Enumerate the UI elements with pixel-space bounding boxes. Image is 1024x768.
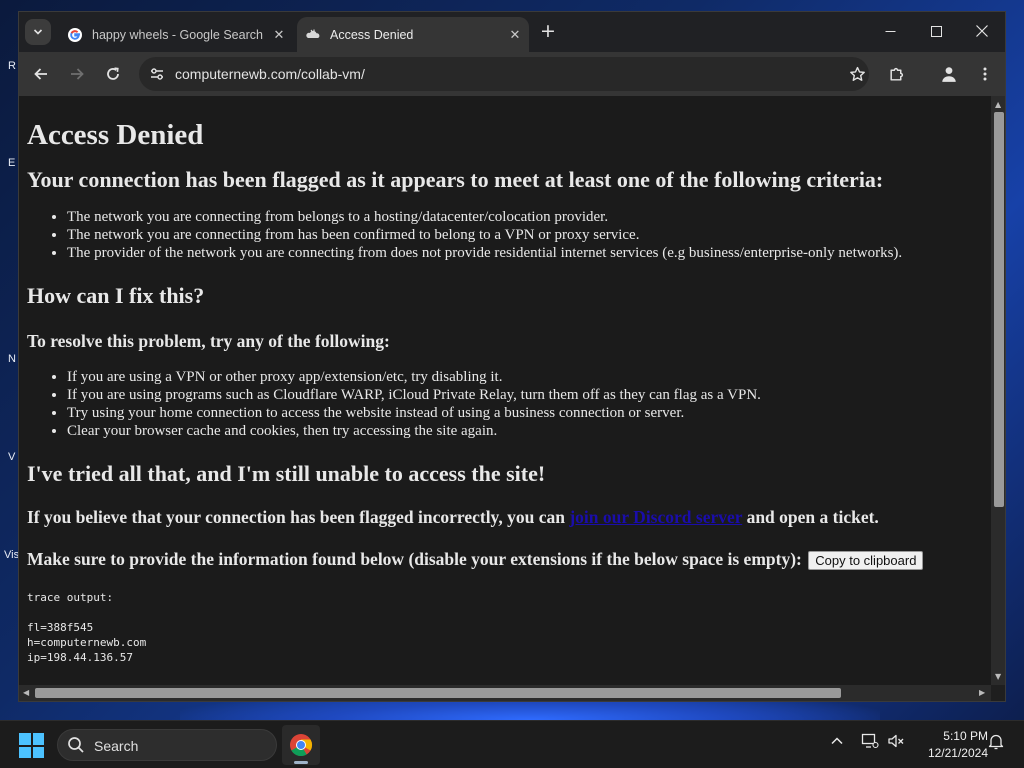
network-icon <box>861 733 879 749</box>
list-item: The network you are connecting from has … <box>67 226 983 244</box>
list-item: If you are using a VPN or other proxy ap… <box>67 368 983 386</box>
scroll-down-icon[interactable]: ▼ <box>995 672 1001 681</box>
new-tab-button[interactable]: + <box>537 21 559 43</box>
list-item: Clear your browser cache and cookies, th… <box>67 422 983 440</box>
scroll-left-icon[interactable]: ◀ <box>23 688 29 697</box>
site-info-button[interactable] <box>145 62 169 86</box>
notifications-button[interactable] <box>988 733 1004 754</box>
page-viewport: Access Denied Your connection has been f… <box>19 96 991 685</box>
clock-date: 12/21/2024 <box>927 746 988 760</box>
page-content: Access Denied Your connection has been f… <box>19 96 991 665</box>
url-text[interactable]: computernewb.com/collab-vm/ <box>175 66 365 82</box>
maximize-button[interactable] <box>913 12 959 50</box>
taskbar-chrome-app[interactable] <box>282 725 320 765</box>
extensions-button[interactable] <box>884 62 908 86</box>
close-window-button[interactable] <box>959 12 1005 50</box>
tab-strip: happy wheels - Google Search ✕ Access De… <box>19 12 1005 52</box>
tab-access-denied[interactable]: Access Denied ✕ <box>297 17 529 52</box>
chevron-down-icon <box>33 29 43 35</box>
taskbar: Search 5:10 PM 12/21/2024 <box>0 720 1024 768</box>
fix-list: If you are using a VPN or other proxy ap… <box>67 368 983 440</box>
criteria-heading: Your connection has been flagged as it a… <box>27 167 884 192</box>
close-icon[interactable]: ✕ <box>505 27 525 43</box>
puzzle-icon <box>889 67 903 81</box>
browser-toolbar: computernewb.com/collab-vm/ <box>19 52 1005 96</box>
bell-icon <box>988 734 1004 750</box>
windows-logo-pane <box>32 746 44 758</box>
resolve-heading: To resolve this problem, try any of the … <box>27 331 390 351</box>
horizontal-scrollbar[interactable]: ◀ ▶ <box>19 685 991 701</box>
tried-heading: I've tried all that, and I'm still unabl… <box>27 461 546 486</box>
list-item: The network you are connecting from belo… <box>67 208 983 226</box>
discord-link[interactable]: join our Discord server <box>569 507 742 527</box>
bookmark-button[interactable] <box>845 62 869 86</box>
active-app-indicator <box>294 761 308 764</box>
desktop-icon-label[interactable]: E <box>8 157 15 169</box>
windows-logo-pane <box>19 733 31 745</box>
reload-icon <box>107 67 119 80</box>
scroll-up-icon[interactable]: ▲ <box>995 100 1001 109</box>
scroll-right-icon[interactable]: ▶ <box>979 688 985 697</box>
kebab-menu-icon <box>983 67 987 81</box>
minimize-button[interactable] <box>867 12 913 50</box>
browser-window: happy wheels - Google Search ✕ Access De… <box>18 11 1006 702</box>
network-button[interactable] <box>861 733 879 753</box>
search-label: Search <box>94 738 139 754</box>
list-item: Try using your home connection to access… <box>67 404 983 422</box>
info-text: Make sure to provide the information fou… <box>27 548 983 571</box>
speaker-muted-icon <box>888 734 904 748</box>
profile-button[interactable] <box>937 62 961 86</box>
minimize-icon <box>885 30 895 32</box>
forward-button[interactable] <box>65 62 89 86</box>
reload-button[interactable] <box>101 62 125 86</box>
start-button[interactable] <box>19 733 44 758</box>
cloudflare-icon <box>306 29 320 38</box>
show-hidden-icons-button[interactable] <box>830 733 844 752</box>
tab-title: Access Denied <box>330 27 414 42</box>
fix-heading: How can I fix this? <box>27 283 205 308</box>
desktop-icon-label[interactable]: N <box>8 353 16 365</box>
copy-to-clipboard-button[interactable]: Copy to clipboard <box>808 551 924 571</box>
desktop-icon-label[interactable]: R <box>8 60 16 72</box>
list-item: If you are using programs such as Cloudf… <box>67 386 983 404</box>
vertical-scrollbar[interactable]: ▲ ▼ <box>991 96 1005 685</box>
scrollbar-thumb[interactable] <box>994 112 1004 507</box>
google-icon <box>68 27 82 42</box>
menu-button[interactable] <box>973 62 997 86</box>
desktop-icon-label[interactable]: Vis <box>4 549 19 561</box>
taskbar-search[interactable]: Search <box>57 729 277 761</box>
tab-title: happy wheels - Google Search <box>92 27 263 42</box>
system-clock[interactable]: 5:10 PM 12/21/2024 <box>912 728 988 762</box>
tab-google-search[interactable]: happy wheels - Google Search ✕ <box>59 17 293 52</box>
info-label: Make sure to provide the information fou… <box>27 549 802 569</box>
maximize-icon <box>930 25 942 37</box>
person-icon <box>942 67 956 82</box>
list-item: The provider of the network you are conn… <box>67 244 983 262</box>
criteria-list: The network you are connecting from belo… <box>67 208 983 262</box>
windows-logo-pane <box>32 733 44 745</box>
chevron-up-icon <box>831 737 843 745</box>
volume-button[interactable] <box>887 733 905 753</box>
search-icon <box>68 737 84 753</box>
incorrect-prefix: If you believe that your connection has … <box>27 507 565 527</box>
page-title: Access Denied <box>27 119 204 151</box>
back-button[interactable] <box>29 62 53 86</box>
scrollbar-thumb[interactable] <box>35 688 841 698</box>
address-bar[interactable]: computernewb.com/collab-vm/ <box>139 57 869 91</box>
tab-search-button[interactable] <box>25 19 51 45</box>
incorrect-flag-text: If you believe that your connection has … <box>27 506 983 528</box>
arrow-left-icon <box>34 68 47 80</box>
star-icon <box>849 66 865 81</box>
incorrect-suffix: and open a ticket. <box>746 507 879 527</box>
close-icon[interactable]: ✕ <box>269 27 289 43</box>
tune-icon <box>151 68 163 80</box>
windows-logo-pane <box>19 746 31 758</box>
close-icon <box>976 25 988 37</box>
desktop-icon-label[interactable]: V <box>8 451 15 463</box>
arrow-right-icon <box>71 68 84 80</box>
chrome-icon <box>290 734 312 756</box>
trace-output[interactable]: trace output: fl=388f545 h=computernewb.… <box>27 590 983 665</box>
clock-time: 5:10 PM <box>943 729 988 743</box>
